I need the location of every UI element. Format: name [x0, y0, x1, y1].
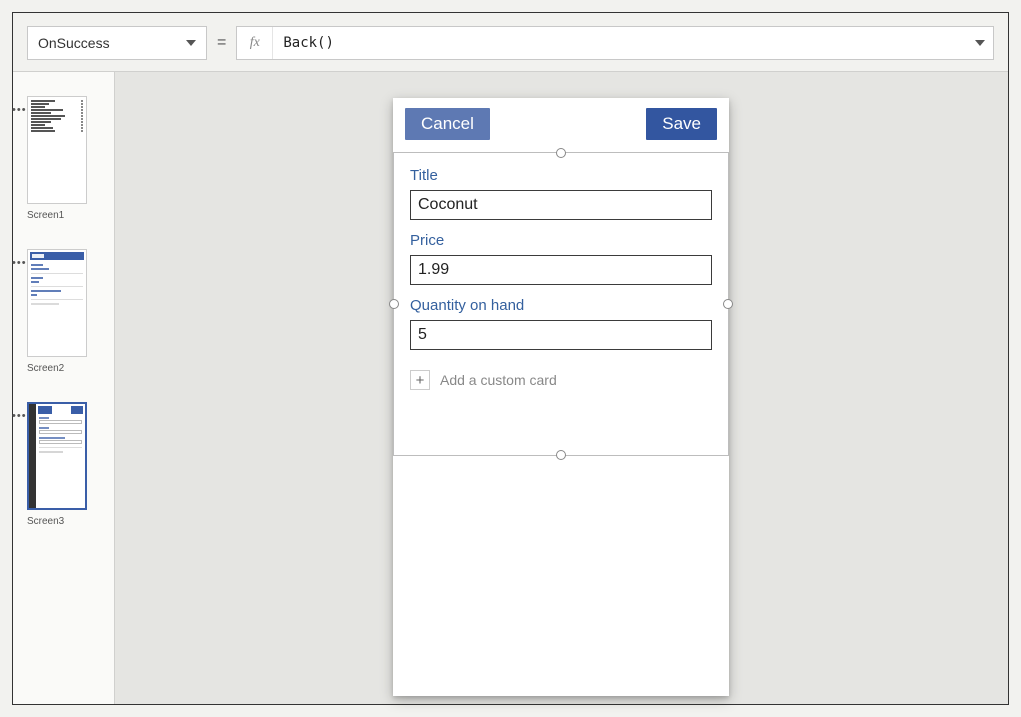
- field-title-label: Title: [410, 167, 712, 184]
- canvas[interactable]: Cancel Save Title Price: [115, 72, 1008, 704]
- field-title: Title: [410, 167, 712, 220]
- edit-form-selection[interactable]: Title Price Quantity on hand: [393, 152, 729, 456]
- resize-handle-right[interactable]: [723, 299, 733, 309]
- property-selector-value: OnSuccess: [38, 35, 110, 51]
- equals-label: =: [215, 26, 228, 60]
- main-area: ••• Scree: [13, 71, 1008, 704]
- more-icon[interactable]: •••: [12, 104, 27, 116]
- chevron-down-icon: [975, 40, 985, 46]
- fx-icon: fx: [237, 27, 273, 59]
- formula-bar: OnSuccess = fx Back(): [27, 26, 994, 60]
- phone-screen: Cancel Save Title Price: [393, 98, 729, 696]
- field-price: Price: [410, 232, 712, 285]
- thumb-screen1-preview: [27, 96, 87, 204]
- cancel-button[interactable]: Cancel: [405, 108, 490, 140]
- resize-handle-top[interactable]: [556, 148, 566, 158]
- resize-handle-bottom[interactable]: [556, 450, 566, 460]
- thumb-screen1[interactable]: ••• Scree: [13, 96, 114, 221]
- field-price-label: Price: [410, 232, 712, 249]
- edit-form: Title Price Quantity on hand: [394, 153, 728, 350]
- screen-thumbnails-panel: ••• Scree: [13, 72, 115, 704]
- thumb-screen2-label: Screen2: [27, 363, 114, 374]
- thumb-screen1-label: Screen1: [27, 210, 114, 221]
- plus-icon: +: [410, 370, 430, 390]
- chevron-down-icon: [186, 40, 196, 46]
- thumb-screen3[interactable]: •••: [13, 402, 114, 527]
- field-price-input[interactable]: [410, 255, 712, 285]
- field-qty-input[interactable]: [410, 320, 712, 350]
- add-custom-card-label: Add a custom card: [440, 372, 557, 388]
- add-custom-card[interactable]: + Add a custom card: [394, 362, 728, 390]
- formula-input[interactable]: Back(): [273, 27, 967, 59]
- field-title-input[interactable]: [410, 190, 712, 220]
- thumb-screen3-preview: [27, 402, 87, 510]
- field-qty: Quantity on hand: [410, 297, 712, 350]
- resize-handle-left[interactable]: [389, 299, 399, 309]
- save-button[interactable]: Save: [646, 108, 717, 140]
- more-icon[interactable]: •••: [12, 410, 27, 422]
- more-icon[interactable]: •••: [12, 257, 27, 269]
- thumb-screen2[interactable]: ••• Screen2: [13, 249, 114, 374]
- phone-header: Cancel Save: [393, 98, 729, 150]
- thumb-screen3-label: Screen3: [27, 516, 114, 527]
- formula-dropdown[interactable]: [967, 27, 993, 59]
- thumb-screen2-preview: [27, 249, 87, 357]
- field-qty-label: Quantity on hand: [410, 297, 712, 314]
- property-selector[interactable]: OnSuccess: [27, 26, 207, 60]
- formula-box: fx Back(): [236, 26, 994, 60]
- app-frame: OnSuccess = fx Back() •••: [12, 12, 1009, 705]
